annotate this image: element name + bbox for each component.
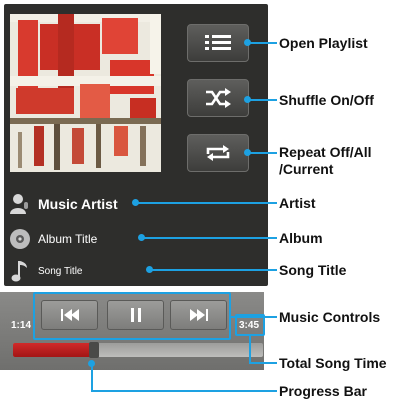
album-art-image <box>10 14 161 172</box>
open-playlist-button[interactable] <box>187 24 249 62</box>
music-controls-highlight <box>33 292 231 340</box>
song-row: Song Title <box>8 259 82 283</box>
progress-fill <box>13 343 91 357</box>
album-disc-icon <box>8 227 32 251</box>
callout-line <box>249 362 277 364</box>
label-shuffle: Shuffle On/Off <box>279 92 374 108</box>
callout-line <box>142 237 277 239</box>
label-open-playlist: Open Playlist <box>279 35 368 51</box>
label-repeat: Repeat Off/All /Current <box>279 144 372 178</box>
music-note-icon <box>8 259 32 283</box>
song-title: Song Title <box>38 265 83 277</box>
callout-line <box>91 364 93 392</box>
label-song-title: Song Title <box>279 262 347 278</box>
label-music-controls: Music Controls <box>279 309 381 325</box>
callout-line <box>248 152 277 154</box>
callout-line <box>249 336 251 364</box>
label-total-song-time: Total Song Time <box>279 355 387 371</box>
progress-thumb[interactable] <box>89 342 99 358</box>
callout-line <box>248 42 277 44</box>
callout-line <box>150 269 277 271</box>
playlist-icon <box>205 35 231 50</box>
shuffle-icon <box>206 88 231 108</box>
label-artist: Artist <box>279 195 316 211</box>
callout-line <box>231 316 277 318</box>
callout-line <box>91 390 277 392</box>
album-row: Album Title <box>8 227 97 251</box>
repeat-button[interactable] <box>187 134 249 172</box>
label-repeat-line1: Repeat Off/All <box>279 144 372 160</box>
repeat-icon <box>206 145 230 161</box>
shuffle-button[interactable] <box>187 79 249 117</box>
album-art <box>10 14 161 172</box>
label-album: Album <box>279 230 323 246</box>
artist-microphone-icon <box>8 192 32 216</box>
elapsed-time: 1:14 <box>11 320 32 331</box>
artist-name: Music Artist <box>38 196 118 212</box>
label-repeat-line2: /Current <box>279 161 334 177</box>
album-title: Album Title <box>38 232 98 246</box>
artist-row: Music Artist <box>8 192 118 216</box>
callout-line <box>248 99 277 101</box>
label-progress-bar: Progress Bar <box>279 383 367 399</box>
callout-line <box>136 202 277 204</box>
